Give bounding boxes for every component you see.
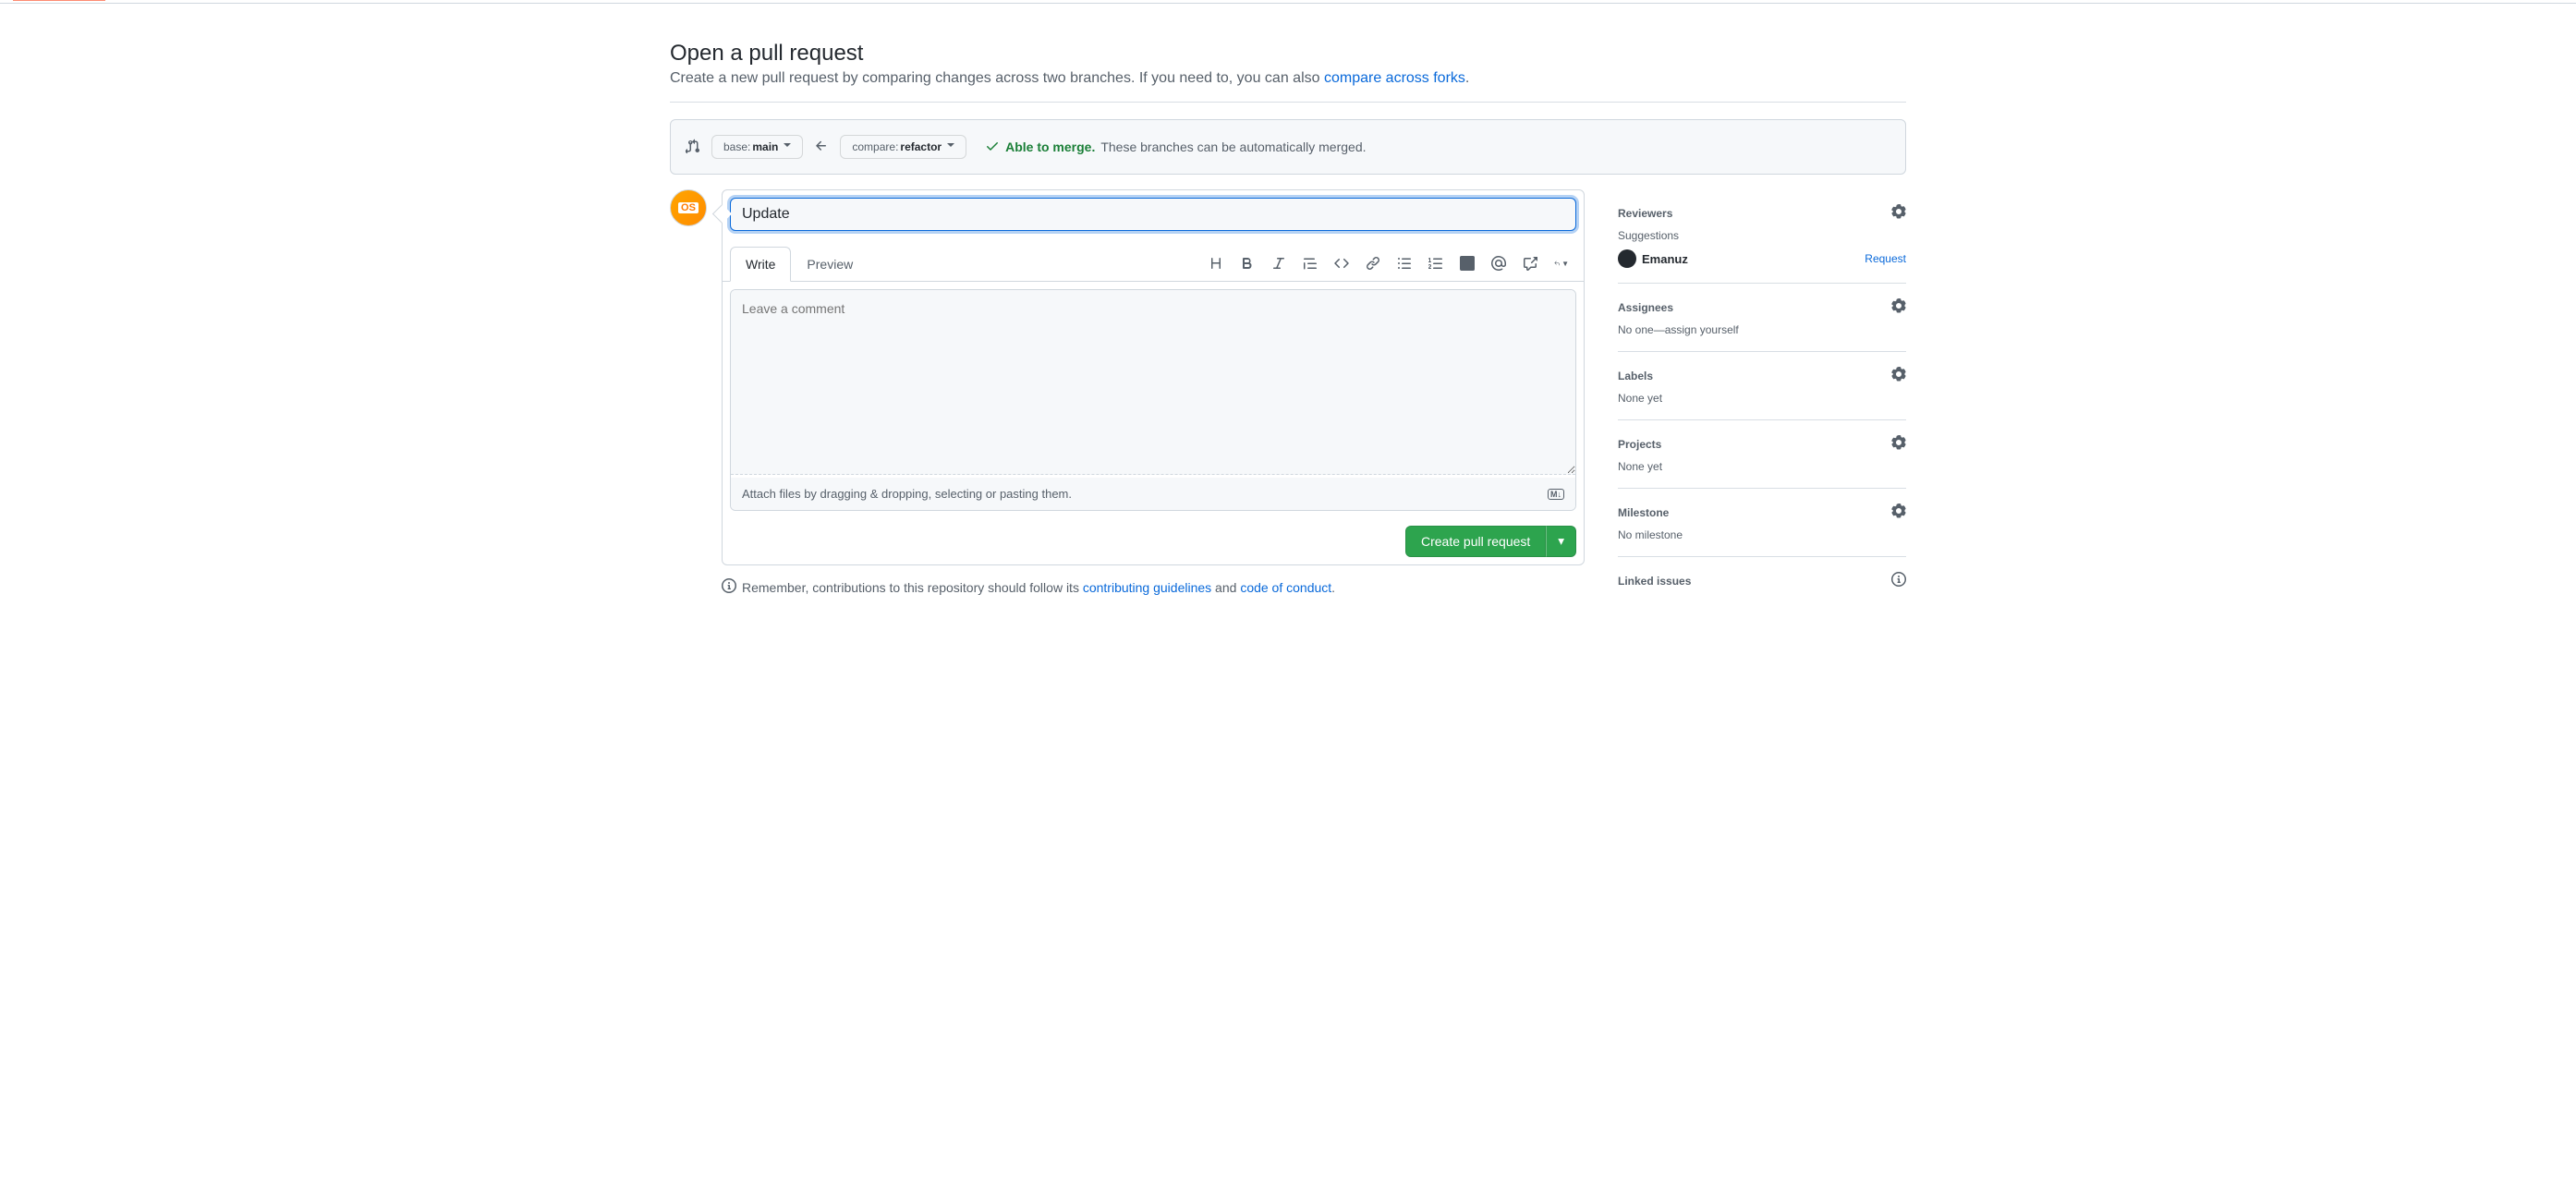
code-of-conduct-link[interactable]: code of conduct <box>1240 580 1331 595</box>
create-pr-dropdown[interactable]: ▾ <box>1546 526 1576 557</box>
reviewer-username[interactable]: Emanuz <box>1642 252 1688 266</box>
mention-icon[interactable] <box>1491 256 1506 271</box>
attach-hint-text[interactable]: Attach files by dragging & dropping, sel… <box>742 487 1072 501</box>
gear-icon[interactable] <box>1891 298 1906 316</box>
tasklist-icon[interactable] <box>1460 256 1475 271</box>
footer-prefix: Remember, contributions to this reposito… <box>742 580 1083 595</box>
reviewer-avatar[interactable] <box>1618 249 1636 268</box>
compare-forks-link[interactable]: compare across forks <box>1324 70 1465 86</box>
tab-preview[interactable]: Preview <box>791 247 869 282</box>
page-title: Open a pull request <box>670 41 1906 67</box>
pr-form-box: Write Preview <box>722 189 1585 565</box>
formatting-toolbar: ▼ <box>1209 256 1576 271</box>
footer-middle: and <box>1211 580 1240 595</box>
projects-value: None yet <box>1618 460 1906 473</box>
compare-box: base: main compare: refactor Able to mer… <box>670 119 1906 175</box>
footer-note: Remember, contributions to this reposito… <box>722 578 1585 596</box>
gear-icon[interactable] <box>1891 435 1906 453</box>
quote-icon[interactable] <box>1303 256 1318 271</box>
compare-prefix: compare: <box>852 140 898 153</box>
labels-value: None yet <box>1618 392 1906 405</box>
user-avatar[interactable]: OS <box>670 189 707 226</box>
heading-icon[interactable] <box>1209 256 1223 271</box>
request-reviewer-link[interactable]: Request <box>1865 252 1906 265</box>
merge-status: Able to merge. These branches can be aut… <box>985 139 1366 156</box>
page-header: Open a pull request Create a new pull re… <box>670 4 1906 103</box>
italic-icon[interactable] <box>1271 256 1286 271</box>
arrow-left-icon <box>814 139 829 156</box>
labels-heading[interactable]: Labels <box>1618 370 1653 382</box>
reviewers-heading[interactable]: Reviewers <box>1618 207 1672 220</box>
check-icon <box>985 139 1000 156</box>
linked-issues-heading: Linked issues <box>1618 575 1691 588</box>
code-icon[interactable] <box>1334 256 1349 271</box>
base-branch-name: main <box>752 140 778 153</box>
tab-write[interactable]: Write <box>730 247 791 282</box>
gear-icon[interactable] <box>1891 503 1906 521</box>
base-prefix: base: <box>723 140 750 153</box>
subtitle-text: Create a new pull request by comparing c… <box>670 70 1324 86</box>
pr-description-textarea[interactable] <box>731 290 1575 475</box>
contributing-link[interactable]: contributing guidelines <box>1083 580 1211 595</box>
gear-icon[interactable] <box>1891 367 1906 384</box>
ordered-list-icon[interactable] <box>1428 256 1443 271</box>
base-branch-selector[interactable]: base: main <box>711 135 803 159</box>
projects-heading[interactable]: Projects <box>1618 438 1661 451</box>
git-compare-icon <box>686 139 700 156</box>
pr-title-input[interactable] <box>730 198 1576 231</box>
assignees-prefix: No one— <box>1618 323 1665 336</box>
create-pr-button[interactable]: Create pull request <box>1405 526 1546 557</box>
unordered-list-icon[interactable] <box>1397 256 1412 271</box>
page-top-border <box>0 0 2576 4</box>
subtitle-suffix: . <box>1465 70 1469 86</box>
saved-replies-icon[interactable]: ▼ <box>1554 256 1569 271</box>
milestone-value: No milestone <box>1618 528 1906 541</box>
milestone-heading[interactable]: Milestone <box>1618 506 1669 519</box>
compare-branch-selector[interactable]: compare: refactor <box>840 135 966 159</box>
info-icon <box>722 578 736 596</box>
compare-branch-name: refactor <box>900 140 942 153</box>
page-subtitle: Create a new pull request by comparing c… <box>670 70 1906 87</box>
assignees-heading[interactable]: Assignees <box>1618 301 1673 314</box>
info-icon[interactable] <box>1891 572 1906 589</box>
merge-detail-text: These branches can be automatically merg… <box>1100 140 1366 154</box>
link-icon[interactable] <box>1366 256 1380 271</box>
gear-icon[interactable] <box>1891 204 1906 222</box>
markdown-icon[interactable]: M↓ <box>1548 489 1564 500</box>
merge-able-label: Able to merge. <box>1005 140 1095 154</box>
cross-reference-icon[interactable] <box>1523 256 1537 271</box>
assign-yourself-link[interactable]: assign yourself <box>1665 323 1739 336</box>
bold-icon[interactable] <box>1240 256 1255 271</box>
footer-suffix: . <box>1331 580 1335 595</box>
reviewers-suggestions-label: Suggestions <box>1618 229 1906 242</box>
